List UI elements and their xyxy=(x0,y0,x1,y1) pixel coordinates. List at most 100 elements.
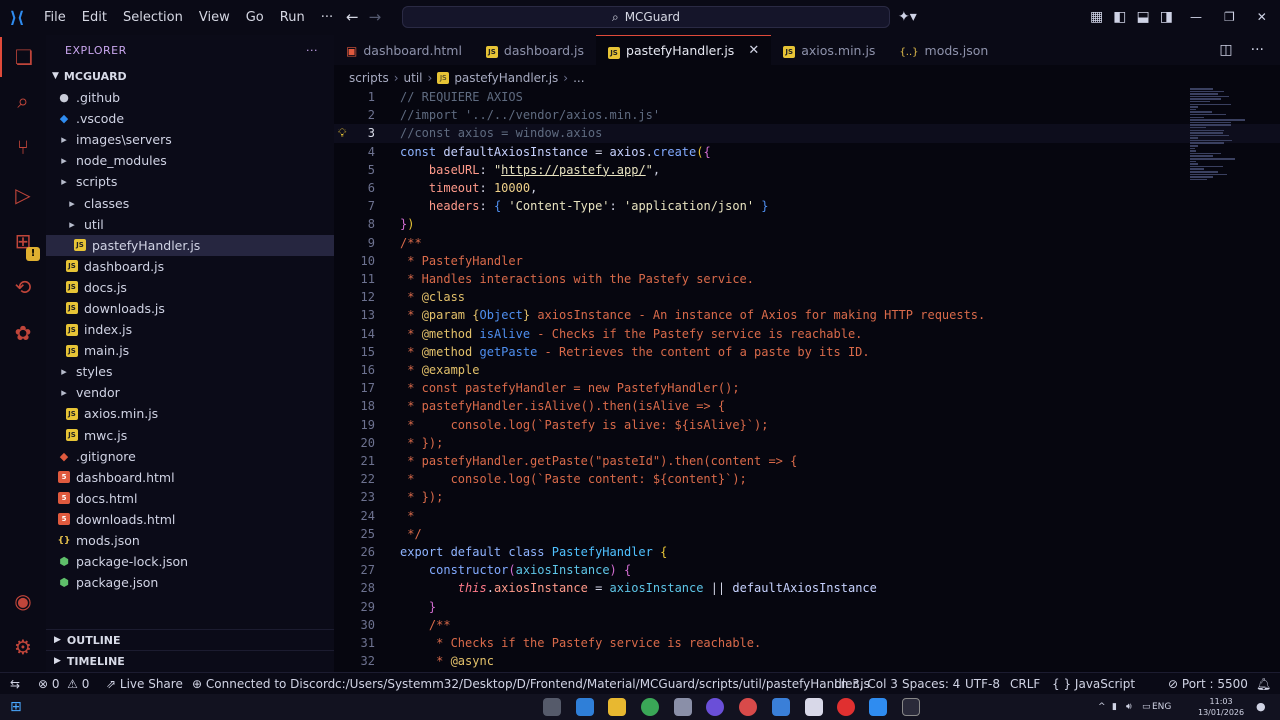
minimize-icon[interactable]: — xyxy=(1190,0,1202,35)
customize-layout-icon[interactable]: ▦ xyxy=(1090,0,1103,35)
clock[interactable]: 11:03 13/01/2026 xyxy=(1198,696,1244,718)
tree-item[interactable]: ◆ .gitignore xyxy=(46,446,334,467)
tab[interactable]: JS dashboard.js xyxy=(474,35,596,65)
breadcrumb-scripts[interactable]: scripts xyxy=(349,71,389,85)
notification-icon[interactable]: ● xyxy=(1256,694,1266,720)
more-actions-icon[interactable]: ··· xyxy=(1251,35,1264,65)
cursor-position[interactable]: Ln 3, Col 3 xyxy=(834,673,898,695)
menu-go[interactable]: Go xyxy=(238,0,272,35)
app-icon[interactable] xyxy=(674,698,692,716)
problems-indicator[interactable]: ⊗ 0 ⚠ 0 xyxy=(38,673,89,695)
accounts-icon[interactable]: ◉ xyxy=(0,581,46,621)
close-tab-icon[interactable]: ✕ xyxy=(748,43,759,58)
explorer-icon[interactable]: ❏ xyxy=(0,37,46,77)
outline-section[interactable]: ▶ OUTLINE xyxy=(46,629,334,650)
tree-item[interactable]: ▸ node_modules xyxy=(46,150,334,171)
breadcrumb-symbol[interactable]: ... xyxy=(573,71,584,85)
workspace-root[interactable]: ▼ MCGUARD xyxy=(46,65,334,87)
tree-item[interactable]: JS docs.js xyxy=(46,277,334,298)
line-ending[interactable]: CRLF xyxy=(1010,673,1040,695)
tree-item[interactable]: ▸ classes xyxy=(46,192,334,213)
tray-chevron-icon[interactable]: ^ xyxy=(1098,694,1106,720)
tab[interactable]: JS pastefyHandler.js ✕ xyxy=(596,35,772,65)
tab[interactable]: {..} mods.json xyxy=(887,35,1000,65)
menu-edit[interactable]: Edit xyxy=(74,0,115,35)
run-debug-icon[interactable]: ▷ xyxy=(0,175,46,215)
menu-selection[interactable]: Selection xyxy=(115,0,191,35)
tree-item[interactable]: 5 downloads.html xyxy=(46,509,334,530)
app-icon[interactable] xyxy=(739,698,757,716)
tree-item[interactable]: ● .github xyxy=(46,87,334,108)
input-language[interactable]: ENG xyxy=(1152,694,1171,720)
tree-item[interactable]: ▸ vendor xyxy=(46,382,334,403)
tree-item[interactable]: JS mwc.js xyxy=(46,425,334,446)
lightbulb-icon[interactable]: 💡︎ xyxy=(338,124,346,142)
file-explorer-icon[interactable] xyxy=(608,698,626,716)
app-icon[interactable] xyxy=(837,698,855,716)
windows-start-icon[interactable]: ⊞ xyxy=(10,694,22,720)
menu-view[interactable]: View xyxy=(191,0,238,35)
vscode-taskbar-icon[interactable] xyxy=(869,698,887,716)
copilot-icon[interactable]: ✦▾ xyxy=(898,0,917,35)
tree-item[interactable]: 5 docs.html xyxy=(46,488,334,509)
manage-gear-icon[interactable]: ⚙ xyxy=(0,627,46,667)
notifications-bell-icon[interactable]: 🔔︎ xyxy=(1256,673,1271,695)
breadcrumb-util[interactable]: util xyxy=(404,71,423,85)
tree-item[interactable]: ▸ images\servers xyxy=(46,129,334,150)
close-window-icon[interactable]: ✕ xyxy=(1257,0,1267,35)
tree-item[interactable]: {} mods.json xyxy=(46,530,334,551)
encoding[interactable]: UTF-8 xyxy=(965,673,1000,695)
settings-app-icon[interactable] xyxy=(576,698,594,716)
tree-item[interactable]: ▸ styles xyxy=(46,361,334,382)
app-icon[interactable] xyxy=(805,698,823,716)
menu-more[interactable]: ··· xyxy=(313,0,341,35)
toggle-panel-icon[interactable]: ⬓ xyxy=(1136,0,1149,35)
app-icon[interactable] xyxy=(772,698,790,716)
search-view-icon[interactable]: ⌕ xyxy=(0,81,46,121)
toggle-secondary-sidebar-icon[interactable]: ◨ xyxy=(1160,0,1173,35)
minimap[interactable] xyxy=(1190,88,1268,188)
forward-arrow-icon[interactable]: → xyxy=(369,0,382,35)
tree-item[interactable]: JS axios.min.js xyxy=(46,403,334,424)
remote-explorer-icon[interactable]: ⟲ xyxy=(0,267,46,307)
tree-item[interactable]: ⬢ package-lock.json xyxy=(46,551,334,572)
live-server-port[interactable]: ⊘ Port : 5500 xyxy=(1168,673,1248,695)
menu-file[interactable]: File xyxy=(36,0,74,35)
split-editor-icon[interactable]: ◫ xyxy=(1219,35,1232,65)
network-icon[interactable]: ▭ xyxy=(1142,694,1151,720)
source-control-icon[interactable]: ⑂ xyxy=(0,127,46,167)
tree-item[interactable]: ▸ util xyxy=(46,214,334,235)
tab[interactable]: JS axios.min.js xyxy=(771,35,887,65)
timeline-section[interactable]: ▶ TIMELINE xyxy=(46,650,334,671)
remote-indicator[interactable]: ⇆ xyxy=(10,673,20,695)
tree-item[interactable]: JS main.js xyxy=(46,340,334,361)
back-arrow-icon[interactable]: ← xyxy=(346,0,359,35)
tree-item[interactable]: ⬢ package.json xyxy=(46,572,334,593)
tree-item[interactable]: JS index.js xyxy=(46,319,334,340)
tree-item[interactable]: ◆ .vscode xyxy=(46,108,334,129)
breadcrumb-file[interactable]: pastefyHandler.js xyxy=(454,71,558,85)
tree-item[interactable]: 5 dashboard.html xyxy=(46,467,334,488)
volume-icon[interactable]: 🔊︎ xyxy=(1126,694,1132,720)
tab[interactable]: ▣ dashboard.html xyxy=(334,35,474,65)
command-center-search[interactable]: ⌕ MCGuard xyxy=(402,6,890,28)
explorer-more-button[interactable]: ··· xyxy=(306,44,318,57)
tree-item[interactable]: JS downloads.js xyxy=(46,298,334,319)
language-mode[interactable]: { } JavaScript xyxy=(1052,673,1135,695)
github-desktop-icon[interactable] xyxy=(706,698,724,716)
live-share-button[interactable]: ⇗ Live Share xyxy=(106,673,183,695)
tree-item[interactable]: JS dashboard.js xyxy=(46,256,334,277)
toggle-primary-sidebar-icon[interactable]: ◧ xyxy=(1113,0,1126,35)
taskview-icon[interactable] xyxy=(543,698,561,716)
tree-item[interactable]: JS pastefyHandler.js xyxy=(46,234,334,256)
menu-run[interactable]: Run xyxy=(272,0,313,35)
discord-status[interactable]: ⊕ Connected to Discord xyxy=(192,673,335,695)
chrome-icon[interactable] xyxy=(641,698,659,716)
indentation[interactable]: Spaces: 4 xyxy=(902,673,960,695)
tree-item[interactable]: ▸ scripts xyxy=(46,171,334,192)
tray-app-icon[interactable]: ▮ xyxy=(1112,694,1117,720)
restore-icon[interactable]: ❐ xyxy=(1224,0,1235,35)
code-editor[interactable]: 1 // REQUIERE AXIOS 2 //import '../../vendo… xyxy=(334,88,1280,672)
terminal-icon[interactable] xyxy=(902,698,920,716)
extension-view-icon[interactable]: ✿ xyxy=(0,313,46,353)
